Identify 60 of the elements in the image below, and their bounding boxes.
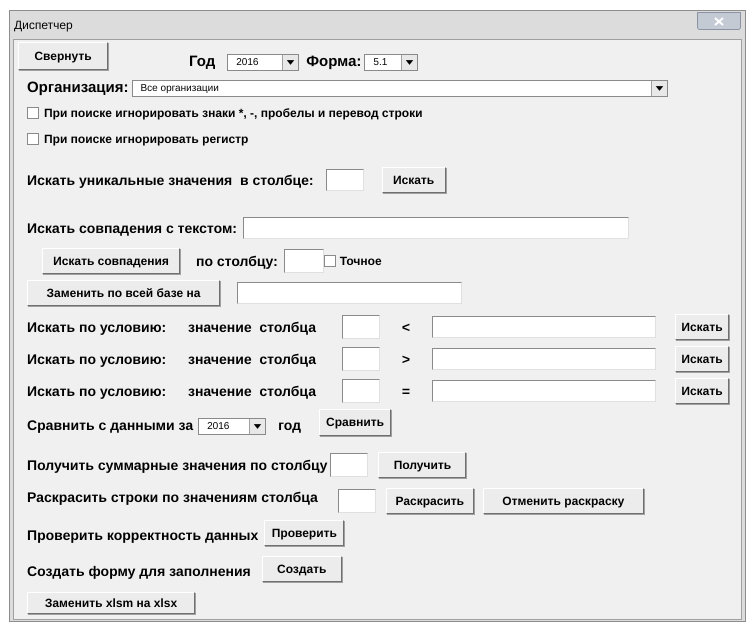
operator: =	[400, 382, 412, 400]
label: Искать по условию:	[27, 350, 168, 369]
label: При поиске игнорировать знаки *, -, пробелы и перевод строки	[44, 105, 422, 122]
input-field[interactable]	[432, 380, 656, 402]
label: Проверить корректность данных	[27, 526, 258, 545]
operator: >	[400, 350, 412, 368]
button[interactable]: Сравнить	[319, 408, 392, 436]
input-field[interactable]	[330, 453, 368, 477]
input-field[interactable]	[242, 217, 629, 239]
input-field[interactable]	[432, 348, 656, 370]
checkbox[interactable]	[27, 107, 39, 119]
button[interactable]: Свернуть	[18, 42, 108, 70]
label: Искать совпадения с текстом:	[27, 218, 237, 238]
label: Точное	[340, 253, 382, 270]
checkbox[interactable]	[324, 255, 336, 267]
label: Раскрасить строки по значениям столбца	[27, 488, 318, 507]
input-field[interactable]	[284, 249, 324, 273]
button[interactable]: Искать совпадения	[42, 248, 180, 274]
button[interactable]: Раскрасить	[386, 488, 474, 514]
input-field[interactable]	[432, 316, 656, 338]
label: Получить суммарные значения по столбцу	[27, 456, 328, 475]
dropdown[interactable]: Все организации	[132, 80, 668, 96]
button[interactable]: Получить	[378, 452, 466, 478]
close-icon	[714, 16, 724, 26]
dropdown[interactable]: 2016	[227, 54, 300, 70]
checkbox[interactable]	[27, 133, 39, 145]
operator: <	[400, 318, 412, 336]
dropdown[interactable]: 5.1	[364, 54, 418, 70]
input-field[interactable]	[342, 315, 380, 339]
label: Искать по условию:	[27, 318, 168, 337]
label: значение столбца	[188, 318, 318, 337]
input-field[interactable]	[326, 169, 364, 191]
button[interactable]: Искать	[382, 167, 446, 193]
input-field[interactable]	[338, 489, 376, 513]
window-title: Диспетчер	[14, 17, 73, 34]
button[interactable]: Заменить по всей базе на	[27, 280, 220, 306]
label: Искать по условию:	[27, 382, 168, 401]
button[interactable]: Искать	[675, 378, 729, 404]
label: Год	[189, 52, 216, 72]
label: по столбцу:	[196, 252, 278, 271]
input-field[interactable]	[342, 379, 380, 403]
dropdown[interactable]: 2016	[198, 418, 266, 434]
label: год	[278, 416, 302, 435]
input-field[interactable]	[342, 347, 380, 371]
button[interactable]: Заменить xlsm на xlsx	[27, 592, 195, 614]
label: Создать форму для заполнения	[27, 562, 251, 581]
label: значение столбца	[188, 382, 318, 401]
button[interactable]: Искать	[675, 346, 729, 372]
button[interactable]: Отменить раскраску	[482, 488, 644, 514]
close-button[interactable]	[697, 12, 741, 30]
label: Искать уникальные значения в столбце:	[27, 170, 314, 190]
button[interactable]: Создать	[262, 556, 342, 582]
input-field[interactable]	[237, 282, 462, 304]
button[interactable]: Искать	[675, 314, 729, 340]
label: Организация:	[27, 78, 128, 98]
label: Сравнить с данными за	[27, 416, 194, 435]
button[interactable]: Проверить	[264, 520, 344, 546]
label: значение столбца	[188, 350, 318, 369]
label: Форма:	[306, 52, 362, 72]
label: При поиске игнорировать регистр	[44, 131, 248, 148]
